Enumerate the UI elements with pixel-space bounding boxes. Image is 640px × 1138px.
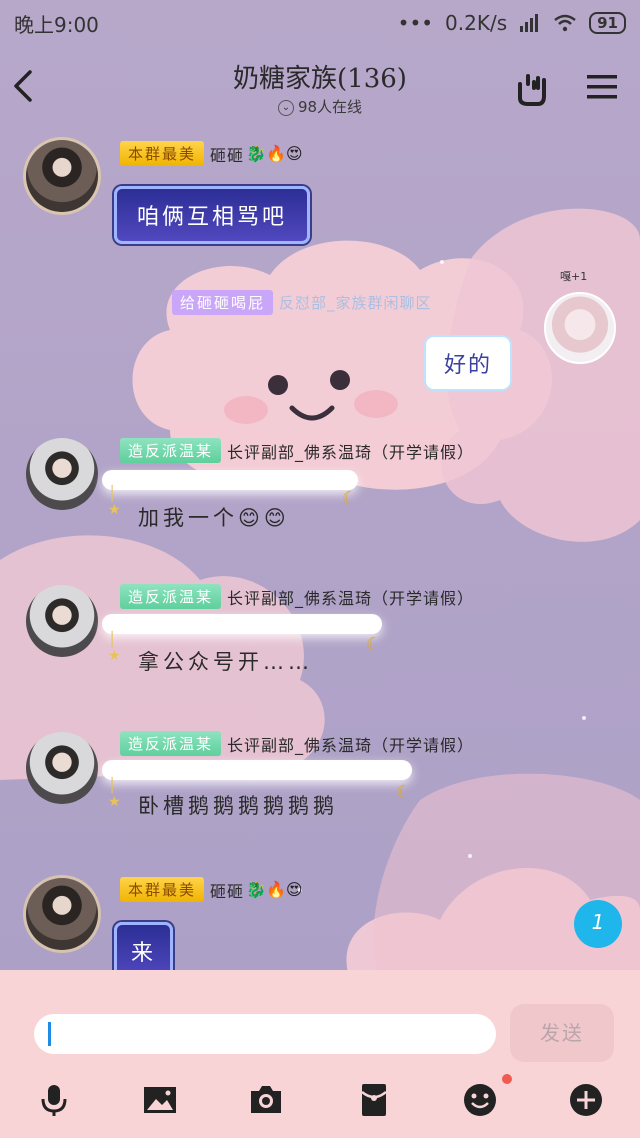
- signal-icon: [520, 14, 539, 32]
- star-icon: │ ★: [108, 486, 121, 518]
- member-tag: 造反派温某: [120, 584, 222, 609]
- camera-icon[interactable]: [248, 1082, 284, 1118]
- unread-count-badge[interactable]: 1: [574, 900, 622, 948]
- sender-name: 长评副部_佛系温琦（开学请假）: [227, 442, 475, 462]
- moon-icon: ☾: [342, 488, 359, 509]
- wifi-icon: [554, 14, 576, 32]
- member-tag: 造反派温某: [120, 731, 222, 756]
- reaction-badge: 嘎+1: [560, 270, 588, 283]
- sender-name: 砸砸: [210, 145, 245, 165]
- cloud-bubble-top: [102, 470, 358, 490]
- notification-dot: [502, 1074, 512, 1084]
- moon-icon: ☾: [396, 782, 413, 803]
- sender-name: 长评副部_佛系温琦（开学请假）: [227, 735, 475, 755]
- sender-line: 造反派温某 长评副部_佛系温琦（开学请假）: [120, 731, 474, 756]
- text-cursor: [48, 1022, 51, 1046]
- avatar[interactable]: [26, 438, 98, 510]
- send-button[interactable]: 发送: [510, 1004, 614, 1062]
- message-bubble[interactable]: 卧槽鹅鹅鹅鹅鹅鹅: [138, 790, 338, 820]
- network-speed: 0.2K/s: [445, 11, 508, 35]
- message-input[interactable]: [34, 1014, 496, 1054]
- avatar[interactable]: [26, 878, 98, 950]
- member-tag: 本群最美: [120, 877, 205, 902]
- input-area: 发送: [0, 970, 640, 1138]
- menu-icon[interactable]: [585, 72, 619, 102]
- avatar[interactable]: [26, 732, 98, 804]
- online-label: 98人在线: [297, 98, 363, 116]
- status-bar: 晚上9:00 ••• 0.2K/s 91: [0, 0, 640, 46]
- avatar[interactable]: [26, 140, 98, 212]
- moon-icon: ☾: [366, 634, 383, 655]
- status-dots: •••: [397, 11, 434, 35]
- self-avatar[interactable]: [544, 292, 616, 364]
- badge-emojis: 🐉🔥😍: [246, 880, 303, 899]
- star-icon: │ ★: [108, 632, 121, 664]
- star-icon: │ ★: [108, 778, 121, 810]
- rock-hand-icon[interactable]: [512, 70, 550, 108]
- avatar[interactable]: [26, 585, 98, 657]
- self-sender-line: 给砸砸喝屁 反怼部_家族群闲聊区: [172, 290, 432, 315]
- sender-name: 长评副部_佛系温琦（开学请假）: [227, 588, 475, 608]
- message-bubble[interactable]: 拿公众号开……: [138, 646, 313, 676]
- member-tag: 本群最美: [120, 141, 205, 166]
- plus-icon[interactable]: [568, 1082, 604, 1118]
- message-bubble[interactable]: 加我一个😊😊: [138, 502, 290, 532]
- chevron-down-icon: ⌄: [277, 99, 294, 116]
- cloud-bubble-top: [102, 760, 412, 780]
- chat-header: 奶糖家族(136) ⌄ 98人在线: [0, 52, 640, 122]
- red-packet-icon[interactable]: [356, 1082, 392, 1118]
- status-right: ••• 0.2K/s 91: [398, 11, 626, 35]
- faded-name: 反怼部_家族群闲聊区: [279, 294, 432, 312]
- message-bubble[interactable]: 咱俩互相骂吧: [114, 186, 311, 244]
- sender-line: 造反派温某 长评副部_佛系温琦（开学请假）: [120, 584, 474, 609]
- member-tag: 造反派温某: [120, 438, 222, 463]
- status-time: 晚上9:00: [14, 12, 99, 37]
- message-bubble[interactable]: 好的: [424, 335, 513, 391]
- image-icon[interactable]: [142, 1082, 178, 1118]
- sender-line: 造反派温某 长评副部_佛系温琦（开学请假）: [120, 438, 474, 463]
- member-tag: 给砸砸喝屁: [172, 290, 274, 315]
- sender-line: 本群最美 砸砸 🐉🔥😍: [120, 141, 303, 166]
- cloud-bubble-top: [102, 614, 382, 634]
- badge-emojis: 🐉🔥😍: [246, 144, 303, 163]
- microphone-icon[interactable]: [36, 1082, 72, 1118]
- battery-indicator: 91: [589, 12, 626, 34]
- emoji-icon[interactable]: [462, 1082, 498, 1118]
- sender-name: 砸砸: [210, 881, 245, 901]
- sender-line: 本群最美 砸砸 🐉🔥😍: [120, 877, 303, 902]
